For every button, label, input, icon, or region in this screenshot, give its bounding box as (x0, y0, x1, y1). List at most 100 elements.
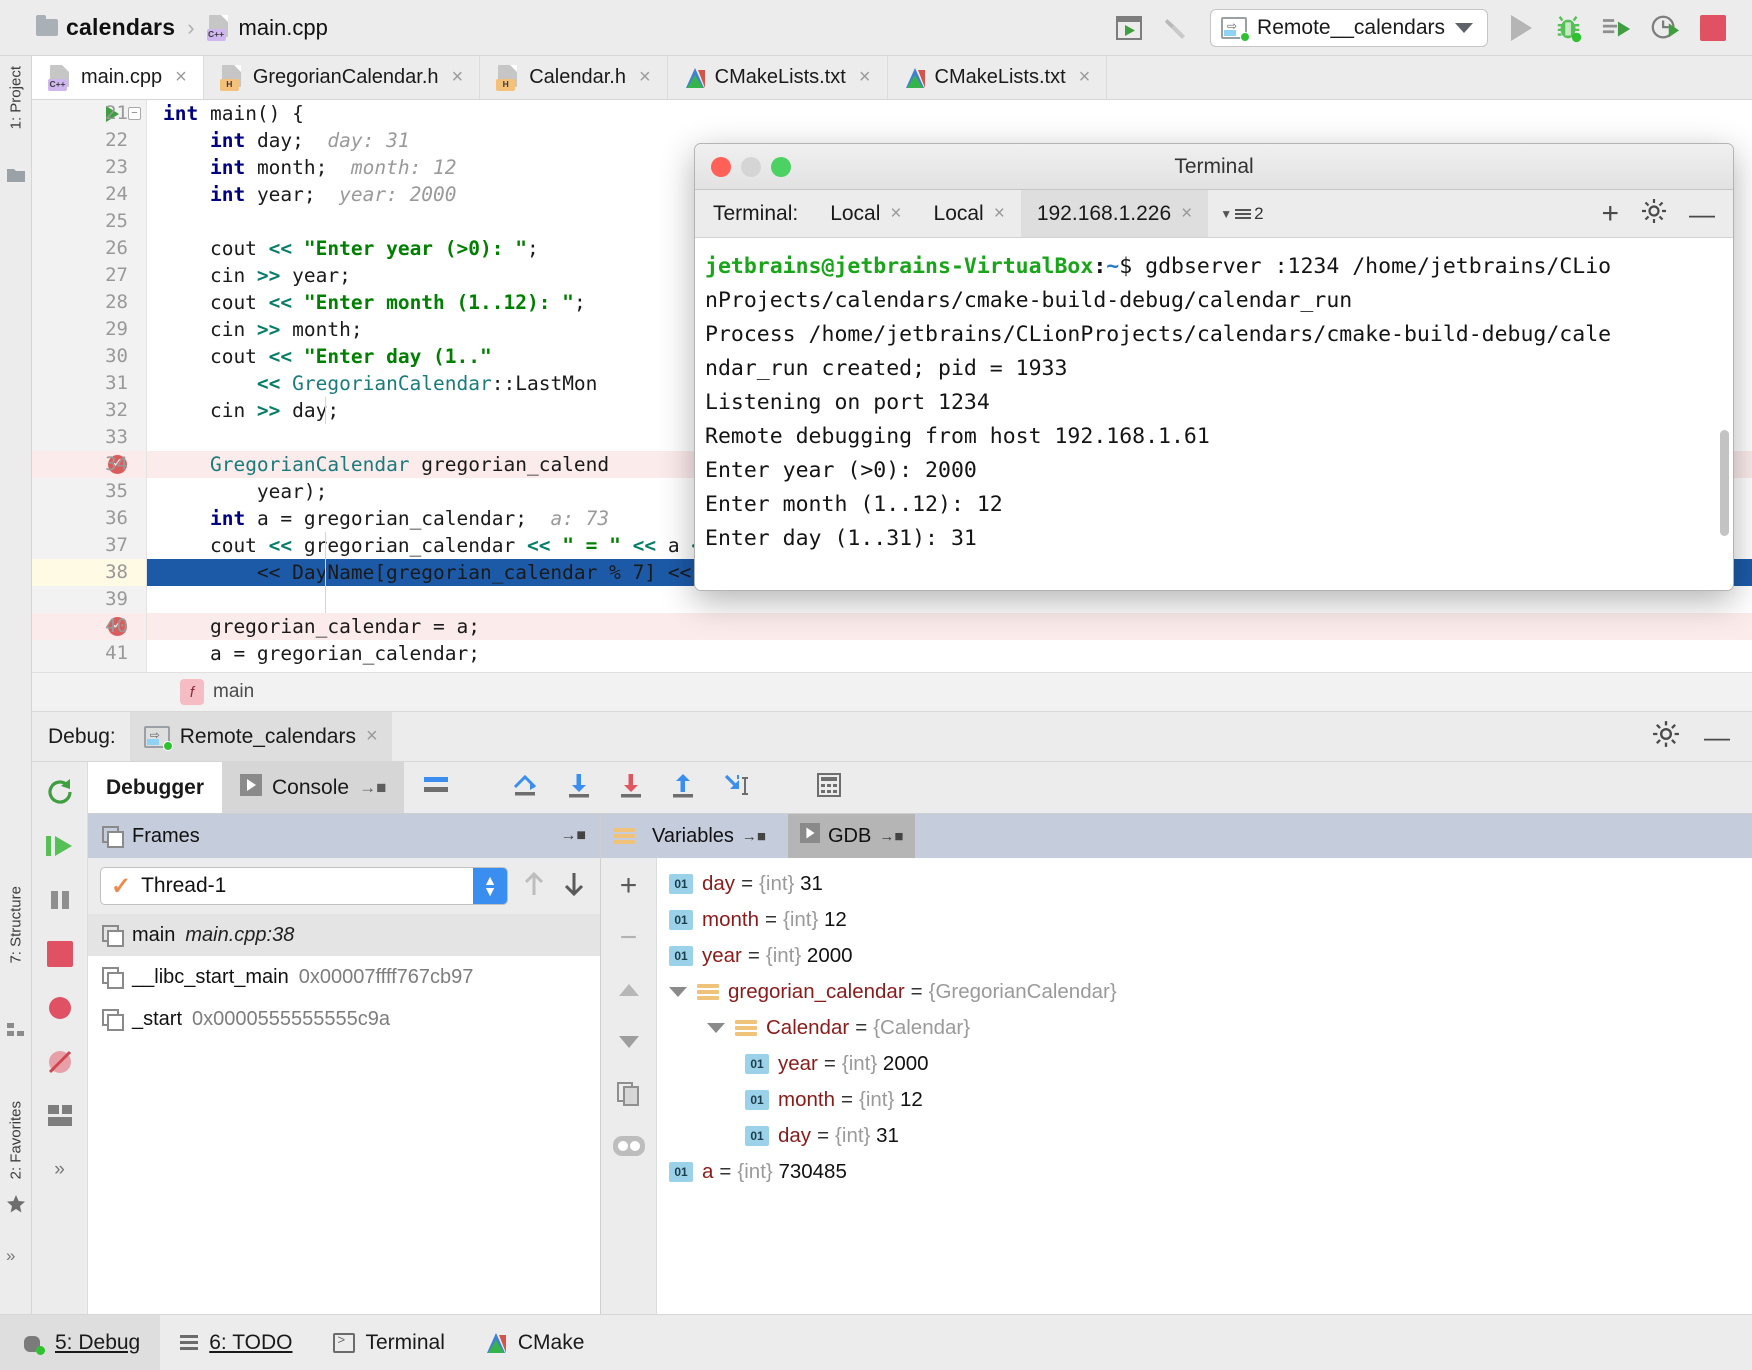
attach-to-process-icon[interactable] (1602, 13, 1632, 43)
arrow-up-icon[interactable] (520, 869, 548, 904)
editor-gutter[interactable]: −212223242526272829303132333435363738394… (32, 100, 147, 672)
gear-icon[interactable] (1641, 198, 1667, 229)
debug-bug-icon[interactable] (1554, 13, 1584, 43)
run-icon[interactable] (1506, 13, 1536, 43)
inspect-icon[interactable] (609, 1126, 649, 1166)
tab-variables[interactable]: Variables →■ (601, 814, 778, 858)
evaluate-expression-icon[interactable] (816, 772, 842, 803)
gutter-line[interactable]: 30 (32, 343, 146, 370)
gutter-line[interactable]: 24 (32, 181, 146, 208)
breadcrumb-file[interactable]: main.cpp (239, 15, 328, 41)
force-step-into-icon[interactable] (617, 771, 645, 804)
layout-settings-icon[interactable] (40, 1096, 80, 1136)
pin-icon[interactable]: →■ (879, 828, 903, 845)
build-run-icon[interactable] (1114, 13, 1144, 43)
gutter-line[interactable]: 40 (32, 613, 146, 640)
profiler-clock-icon[interactable] (1650, 13, 1680, 43)
minimize-icon[interactable]: — (1689, 201, 1715, 227)
terminal-tab-remote-host[interactable]: 192.168.1.226 × (1021, 190, 1208, 237)
chevron-right-icon[interactable]: » (6, 1246, 26, 1266)
code-line[interactable]: int main() { (147, 100, 1752, 127)
editor-tab-main-cpp[interactable]: C++ main.cpp × (32, 56, 204, 99)
pin-icon[interactable]: →■ (560, 827, 586, 845)
terminal-scrollbar[interactable] (1720, 430, 1729, 536)
step-out-icon[interactable] (669, 771, 697, 804)
gutter-line[interactable]: 36 (32, 505, 146, 532)
add-terminal-icon[interactable]: + (1601, 199, 1619, 229)
step-into-icon[interactable] (565, 771, 593, 804)
gutter-line[interactable]: 32 (32, 397, 146, 424)
variable-row[interactable]: 01month={int} 12 (657, 902, 1752, 938)
project-tool-icon[interactable] (6, 166, 26, 186)
run-configuration-selector[interactable]: ⇨ Remote__calendars (1210, 9, 1488, 47)
gutter-line[interactable]: 25 (32, 208, 146, 235)
variable-row[interactable]: Calendar={Calendar} (657, 1010, 1752, 1046)
structure-tool-icon[interactable] (6, 1021, 26, 1041)
status-bar-item-debug[interactable]: 5: Debug (0, 1315, 160, 1370)
hammer-build-icon[interactable] (1162, 13, 1192, 43)
gutter-line[interactable]: 29 (32, 316, 146, 343)
gutter-line[interactable]: 26 (32, 235, 146, 262)
close-icon[interactable]: × (175, 66, 187, 89)
close-icon[interactable]: × (366, 725, 378, 748)
variable-row[interactable]: 01a={int} 730485 (657, 1154, 1752, 1190)
step-over-icon[interactable] (511, 771, 541, 804)
close-icon[interactable]: × (994, 203, 1005, 225)
gutter-line[interactable]: 38 (32, 559, 146, 586)
status-bar-item-cmake[interactable]: CMake (465, 1315, 605, 1370)
gutter-line[interactable]: 23 (32, 154, 146, 181)
variable-row[interactable]: 01month={int} 12 (657, 1082, 1752, 1118)
variable-row[interactable]: 01year={int} 2000 (657, 1046, 1752, 1082)
rerun-icon[interactable] (40, 772, 80, 812)
run-to-cursor-icon[interactable] (721, 771, 755, 804)
close-icon[interactable]: × (859, 66, 871, 89)
close-icon[interactable]: × (452, 66, 464, 89)
terminal-tab-list-button[interactable]: ▼ 2 (1208, 190, 1275, 237)
copy-icon[interactable] (609, 1074, 649, 1114)
editor-breadcrumb-label[interactable]: main (213, 681, 254, 703)
gutter-line[interactable]: 34 (32, 451, 146, 478)
variable-row[interactable]: 01year={int} 2000 (657, 938, 1752, 974)
sidebar-item-favorites[interactable]: 2: Favorites (7, 1101, 24, 1179)
gutter-line[interactable]: 28 (32, 289, 146, 316)
move-up-icon[interactable] (609, 970, 649, 1010)
view-breakpoints-icon[interactable] (40, 988, 80, 1028)
gutter-line[interactable]: 37 (32, 532, 146, 559)
variable-row[interactable]: 01day={int} 31 (657, 1118, 1752, 1154)
gutter-line[interactable]: 39 (32, 586, 146, 613)
sidebar-item-structure[interactable]: 7: Structure (7, 886, 24, 964)
arrow-down-icon[interactable] (560, 869, 588, 904)
gutter-line[interactable]: 31 (32, 370, 146, 397)
editor-tab-calendar-h[interactable]: H Calendar.h × (480, 56, 667, 99)
editor-tab-gregoriancalendar-h[interactable]: H GregorianCalendar.h × (204, 56, 480, 99)
gutter-line[interactable]: 33 (32, 424, 146, 451)
code-line[interactable]: gregorian_calendar = a; (147, 613, 1752, 640)
terminal-output[interactable]: jetbrains@jetbrains-VirtualBox:~$ gdbser… (695, 238, 1733, 590)
editor-tab-cmakelists-2[interactable]: CMakeLists.txt × (888, 56, 1108, 99)
chevron-right-icon[interactable]: » (40, 1150, 80, 1190)
mute-breakpoints-icon[interactable] (40, 1042, 80, 1082)
stop-icon[interactable] (1698, 13, 1728, 43)
close-icon[interactable]: × (890, 203, 901, 225)
close-icon[interactable]: × (1181, 203, 1192, 225)
add-watch-icon[interactable]: + (609, 866, 649, 906)
gutter-line[interactable]: −21 (32, 100, 146, 127)
resume-program-icon[interactable] (40, 826, 80, 866)
frame-row[interactable]: _start 0x0000555555555c9a (88, 998, 600, 1040)
breadcrumb-project[interactable]: calendars (66, 14, 175, 41)
frames-list[interactable]: main main.cpp:38__libc_start_main 0x0000… (88, 914, 600, 1314)
stop-icon[interactable] (40, 934, 80, 974)
gear-icon[interactable] (1652, 720, 1680, 753)
tab-gdb[interactable]: GDB →■ (788, 814, 915, 858)
variable-row[interactable]: gregorian_calendar={GregorianCalendar} (657, 974, 1752, 1010)
debug-session-tab[interactable]: ⇨ Remote_calendars × (130, 712, 392, 761)
gutter-line[interactable]: 41 (32, 640, 146, 667)
frame-row[interactable]: main main.cpp:38 (88, 914, 600, 956)
remove-watch-icon[interactable]: − (609, 918, 649, 958)
expand-arrow-icon[interactable] (707, 1023, 725, 1033)
pin-icon[interactable]: →■ (742, 828, 766, 845)
sidebar-item-project[interactable]: 1: Project (7, 66, 24, 129)
expand-arrow-icon[interactable] (669, 987, 687, 997)
favorites-star-icon[interactable] (6, 1194, 26, 1214)
thread-stepper[interactable]: ▲▼ (473, 868, 507, 904)
